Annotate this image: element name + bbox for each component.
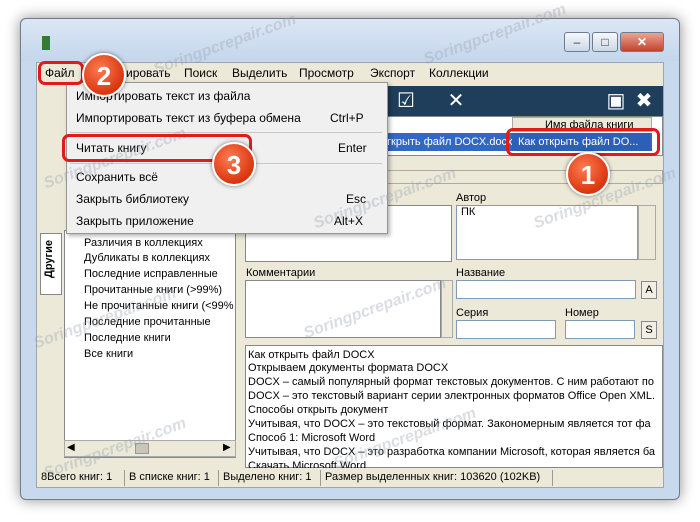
series-field[interactable] <box>456 320 556 339</box>
tree-item[interactable]: Все книги <box>84 347 133 362</box>
tree-item[interactable]: Различия в коллекциях <box>84 236 203 251</box>
tab-other-label: Другие <box>43 240 55 278</box>
menu-select[interactable]: Выделить <box>228 63 291 83</box>
app-icon <box>42 36 50 50</box>
series-label: Серия <box>456 307 489 319</box>
tree-item[interactable]: Дубликаты в коллекциях <box>84 251 210 266</box>
menu-view[interactable]: Просмотр <box>295 63 358 83</box>
checkbox-icon[interactable]: ☑ <box>394 89 418 113</box>
restore-icon[interactable]: ▣ <box>604 89 628 113</box>
shortcut-ctrl-p: Ctrl+P <box>330 111 364 125</box>
shortcut-enter: Enter <box>338 141 367 155</box>
close-panel-icon[interactable]: ✖ <box>632 89 656 113</box>
step-badge-2: 2 <box>82 53 126 97</box>
desc-line: Как открыть файл DOCX <box>248 349 375 361</box>
status-selected: Выделено книг: 1 <box>221 470 321 486</box>
desc-line: Открываем документы формата DOCX <box>248 362 449 374</box>
title-a-button[interactable]: A <box>641 281 657 299</box>
menu-item-import-clipboard[interactable]: Импортировать текст из буфера обмена <box>76 107 301 129</box>
status-size: Размер выделенных книг: 103620 (102KB) <box>323 470 553 486</box>
desc-line: DOCX – самый популярный формат текстовых… <box>248 376 654 388</box>
title-field[interactable] <box>456 280 636 299</box>
callout-box-file-menu <box>38 61 84 85</box>
comments-label: Комментарии <box>246 267 316 279</box>
close-button[interactable]: ✕ <box>620 32 664 52</box>
tree-item[interactable]: Последние книги <box>84 331 171 346</box>
menu-export[interactable]: Экспорт <box>366 63 419 83</box>
menu-item-close-library[interactable]: Закрыть библиотеку <box>76 188 189 210</box>
tree-item[interactable]: Последние исправленные <box>84 267 218 282</box>
scroll-left-icon[interactable]: ◀ <box>67 442 75 453</box>
desc-line: Скачать Microsoft Word <box>248 460 367 468</box>
number-field[interactable] <box>565 320 635 339</box>
step-badge-3: 3 <box>212 142 256 186</box>
desc-line: Способ 1: Microsoft Word <box>248 432 376 444</box>
status-in-list: В списке книг: 1 <box>127 470 219 486</box>
author-scrollbar[interactable] <box>638 205 656 260</box>
minimize-button[interactable]: – <box>564 32 590 52</box>
author-label: Автор <box>456 192 487 204</box>
author-value: ПК <box>461 206 476 218</box>
tab-other[interactable]: Другие <box>40 233 62 295</box>
scroll-right-icon[interactable]: ▶ <box>223 442 231 453</box>
close-icon[interactable]: ✕ <box>444 89 468 113</box>
menu-item-close-app[interactable]: Закрыть приложение <box>76 210 194 232</box>
series-s-button[interactable]: S <box>641 321 657 339</box>
menu-separator <box>70 132 382 133</box>
desc-line: DOCX – это текстовый вариант серии элект… <box>248 390 655 402</box>
step-badge-1: 1 <box>566 152 610 196</box>
title-label: Название <box>456 267 506 279</box>
maximize-button[interactable]: □ <box>592 32 618 52</box>
desc-line: Учитывая, что DOCX – это разработка комп… <box>248 446 656 458</box>
number-label: Номер <box>565 307 599 319</box>
